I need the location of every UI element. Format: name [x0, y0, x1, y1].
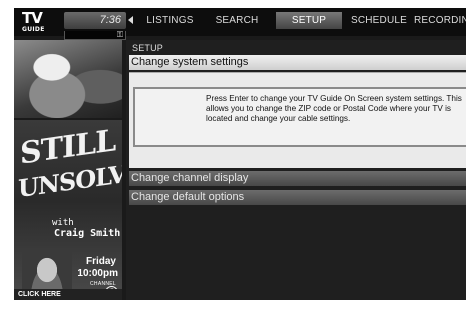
search-strip: ⚿ [64, 31, 126, 40]
tab-search[interactable]: SEARCH [208, 12, 266, 29]
section-label: SETUP [132, 43, 164, 53]
ad-time: 10:00pm [77, 268, 118, 279]
description-box: Press Enter to change your TV Guide On S… [133, 87, 466, 147]
tab-schedule[interactable]: SCHEDULE [350, 12, 408, 29]
tab-recordings[interactable]: RECORDINGS [414, 12, 466, 29]
menu-item-change-channel-display[interactable]: Change channel display [129, 171, 466, 186]
main-nav-tabs: LISTINGS SEARCH SETUP SCHEDULE RECORDING… [136, 12, 466, 29]
tv-guide-logo: TV GUIDE [22, 11, 52, 33]
ad-host-name: Craig Smith [54, 228, 121, 239]
menu-item-change-system-settings[interactable]: Change system settings [129, 55, 466, 70]
arrow-left-icon[interactable] [128, 16, 133, 24]
description-text: Press Enter to change your TV Guide On S… [206, 94, 462, 123]
tab-setup[interactable]: SETUP [276, 12, 342, 29]
logo-guide: GUIDE [22, 26, 45, 33]
tab-listings[interactable]: LISTINGS [142, 12, 198, 29]
logo-tv: TV [22, 9, 43, 27]
show-advertisement[interactable]: STILL UNSOLVED with Craig Smith Friday 1… [14, 120, 122, 300]
ad-with: with [52, 218, 74, 228]
description-panel: Press Enter to change your TV Guide On S… [129, 72, 466, 168]
live-video-preview[interactable] [14, 40, 122, 118]
setup-panel: SETUP Change system settings Press Enter… [126, 40, 466, 300]
click-here-button[interactable]: CLICK HERE [14, 289, 122, 300]
key-icon: ⚿ [116, 30, 123, 39]
clock: 7:36 [64, 12, 126, 29]
tv-guide-screen: TV GUIDE 7:36 LISTINGS SEARCH SETUP SCHE… [14, 8, 466, 300]
menu-item-change-default-options[interactable]: Change default options [129, 190, 466, 205]
ad-day: Friday [85, 256, 116, 267]
